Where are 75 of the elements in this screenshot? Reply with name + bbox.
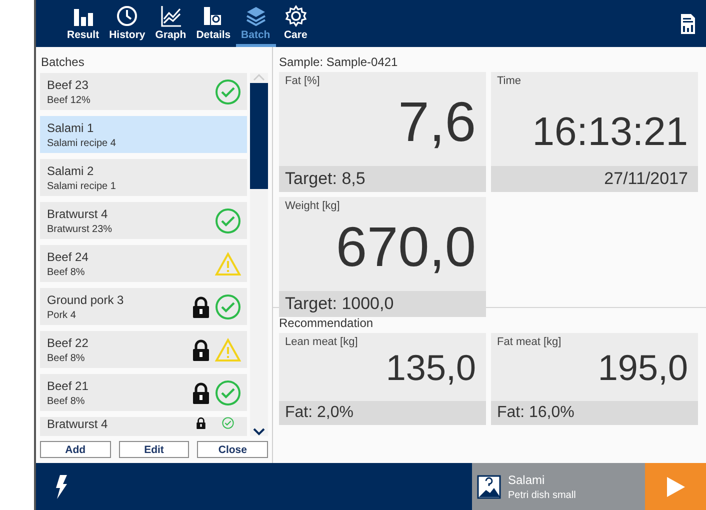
- batch-list-item[interactable]: Ground pork 3 Pork 4: [40, 288, 247, 325]
- scrollbar-thumb[interactable]: [250, 83, 268, 189]
- product-dish: Petri dish small: [508, 490, 576, 500]
- bar-chart-icon: [72, 7, 94, 27]
- card-label: Fat [%]: [284, 74, 321, 87]
- batch-list-item[interactable]: Bratwurst 4 Bratwurst 23%: [40, 202, 247, 239]
- card-footer: Target: 1000,0: [279, 291, 486, 317]
- card-value: 195,0: [596, 348, 689, 388]
- card-value: 16:13:21: [531, 109, 689, 156]
- batch-recipe: Pork 4: [47, 310, 77, 320]
- batch-list-item[interactable]: Beef 24 Beef 8%: [40, 245, 247, 282]
- toolbar-tab[interactable]: Details: [191, 0, 236, 47]
- lightning-icon[interactable]: [54, 474, 68, 500]
- batch-name: Salami 2: [47, 164, 95, 178]
- batch-name: Ground pork 3: [47, 292, 125, 306]
- batch-recipe: Salami recipe 4: [47, 138, 117, 148]
- batch-list-item[interactable]: Beef 22 Beef 8%: [40, 331, 247, 368]
- chevron-down-icon[interactable]: [253, 428, 265, 436]
- toolbar-tab[interactable]: Care: [276, 0, 316, 47]
- card-footer: Fat: 2,0%: [279, 401, 486, 425]
- toolbar-tab[interactable]: History: [104, 0, 150, 47]
- batch-name: Beef 24: [47, 250, 90, 264]
- card-label: Fat meat [kg]: [496, 335, 562, 348]
- card-footer: 27/11/2017: [491, 166, 698, 192]
- toolbar-tab[interactable]: Result: [62, 0, 104, 47]
- batch-name: Beef 23: [47, 78, 90, 92]
- panel-button[interactable]: Edit: [118, 441, 190, 458]
- image-placeholder-icon: [477, 474, 501, 498]
- card-label: Weight [kg]: [284, 199, 341, 212]
- batch-recipe: Beef 8%: [47, 396, 86, 406]
- checkmark-circle-icon: [215, 294, 241, 320]
- batch-list-item[interactable]: Beef 21 Beef 8%: [40, 374, 247, 411]
- batch-recipe: Beef 8%: [47, 266, 86, 278]
- toolbar-tab[interactable]: Graph: [150, 0, 192, 47]
- batch-name: Beef 21: [47, 378, 90, 392]
- batch-name: Beef 22: [47, 336, 90, 350]
- panel-button[interactable]: Close: [197, 441, 268, 458]
- card-value: 135,0: [384, 348, 477, 388]
- settings-icon: [284, 5, 307, 27]
- sample-title: Sample: Sample-0421: [279, 54, 399, 71]
- batch-list-item[interactable]: Salami 2 Salami recipe 1: [40, 159, 247, 196]
- batch-list-item[interactable]: Beef 23 Beef 12%: [40, 73, 247, 110]
- batch-name: Bratwurst 4: [47, 417, 109, 431]
- batch-recipe: Bratwurst 23%: [47, 224, 114, 234]
- lock-icon: [192, 296, 210, 318]
- report-icon[interactable]: [680, 12, 696, 34]
- card-value: 670,0: [334, 217, 477, 277]
- batch-list-item[interactable]: Salami 1 Salami recipe 4: [40, 116, 247, 153]
- card-label: Lean meat [kg]: [284, 335, 359, 348]
- checkmark-circle-icon: [215, 78, 241, 104]
- checkmark-circle-icon: [215, 208, 241, 234]
- checkmark-circle-icon: [215, 380, 241, 406]
- batch-recipe: Beef 8%: [47, 352, 86, 364]
- section-title: Recommendation: [279, 315, 374, 332]
- product-name: Salami: [508, 472, 546, 486]
- stacked-layers-icon: [244, 5, 267, 27]
- warning-icon: [215, 252, 241, 276]
- warning-icon: [215, 338, 241, 362]
- lock-icon: [192, 338, 210, 360]
- card-value: 7,6: [397, 92, 477, 152]
- scrollbar[interactable]: [250, 73, 268, 436]
- panel-button[interactable]: Add: [40, 441, 111, 458]
- batch-name: Bratwurst 4: [47, 206, 109, 220]
- lock-icon: [192, 382, 210, 404]
- card-footer: Fat: 16,0%: [491, 401, 698, 425]
- line-chart-icon: [160, 5, 182, 27]
- batch-list-item[interactable]: Bratwurst 4: [40, 417, 247, 436]
- batch-recipe: Salami recipe 1: [47, 180, 117, 192]
- card-footer: Target: 8,5: [279, 166, 486, 192]
- clock-icon: [116, 5, 138, 27]
- play-icon: [666, 476, 686, 498]
- batch-recipe: Beef 12%: [47, 94, 92, 106]
- batch-name: Salami 1: [47, 120, 95, 134]
- panel-title: Batches: [40, 54, 86, 71]
- card-label: Time: [496, 74, 522, 87]
